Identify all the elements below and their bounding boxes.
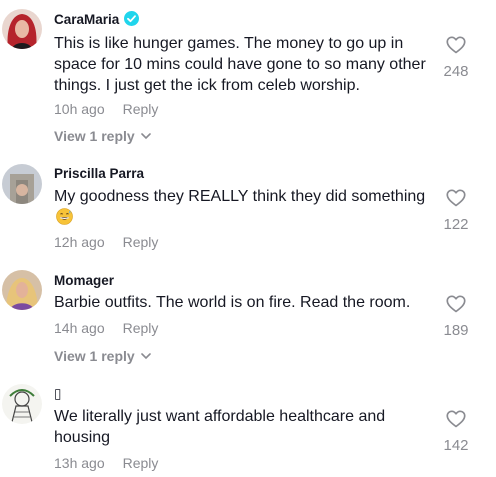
comment-text: Barbie outfits. The world is on fire. Re… — [54, 294, 411, 311]
username[interactable]: Momager — [54, 273, 114, 288]
timestamp: 10h ago — [54, 101, 105, 117]
timestamp: 12h ago — [54, 234, 105, 250]
reply-button[interactable]: Reply — [123, 320, 159, 336]
like-count: 248 — [443, 63, 469, 80]
reply-button[interactable]: Reply — [123, 101, 159, 117]
chevron-down-icon — [140, 127, 151, 143]
comment-text-content: My goodness they REALLY think they did s… — [54, 188, 426, 205]
comment-meta: 12h ago Reply — [54, 234, 158, 250]
heart-outline-icon[interactable] — [436, 295, 476, 318]
reply-button[interactable]: Reply — [123, 455, 159, 471]
username[interactable]: Priscilla Parra — [54, 166, 144, 181]
like-count: 142 — [443, 437, 469, 454]
view-replies-button[interactable]: View 1 reply — [54, 347, 151, 364]
view-replies-label[interactable]: View 1 reply — [54, 128, 135, 144]
heart-outline-icon[interactable] — [436, 410, 476, 433]
timestamp: 13h ago — [54, 455, 105, 471]
heart-outline-icon[interactable] — [436, 189, 476, 212]
like-button[interactable]: 248 — [436, 36, 476, 80]
like-count: 189 — [443, 322, 469, 339]
heart-outline-icon[interactable] — [436, 36, 476, 59]
username[interactable]: ▯ — [54, 386, 61, 402]
comment-text: This is like hunger games. The money to … — [54, 35, 426, 94]
chevron-down-icon — [140, 347, 151, 363]
username-text[interactable]: CaraMaria — [54, 12, 119, 27]
comment-meta: 10h ago Reply — [54, 101, 158, 117]
avatar[interactable] — [2, 164, 42, 204]
grinning-sweat-emoji-icon — [56, 208, 73, 225]
view-replies-button[interactable]: View 1 reply — [54, 127, 151, 144]
comment-meta: 13h ago Reply — [54, 455, 158, 471]
reply-button[interactable]: Reply — [123, 234, 159, 250]
view-replies-label[interactable]: View 1 reply — [54, 348, 135, 364]
like-count: 122 — [443, 216, 469, 233]
avatar[interactable] — [2, 270, 42, 310]
comment-text: My goodness they REALLY think they did s… — [54, 186, 434, 228]
comment-meta: 14h ago Reply — [54, 320, 158, 336]
like-button[interactable]: 122 — [436, 189, 476, 233]
comment-text: We literally just want affordable health… — [54, 408, 386, 446]
avatar[interactable] — [2, 9, 42, 49]
avatar[interactable] — [2, 384, 42, 424]
like-button[interactable]: 189 — [436, 295, 476, 339]
timestamp: 14h ago — [54, 320, 105, 336]
like-button[interactable]: 142 — [436, 410, 476, 454]
verified-badge-icon — [124, 11, 140, 26]
username[interactable]: CaraMaria — [54, 11, 140, 27]
